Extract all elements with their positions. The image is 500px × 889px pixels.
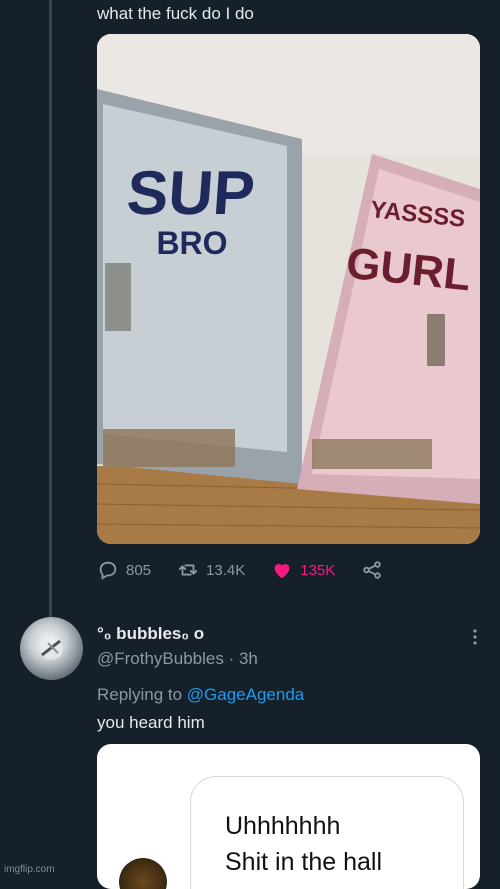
reply-display-name[interactable]: °₀ bubbles₀ o bbox=[97, 624, 204, 644]
retweet-count: 13.4K bbox=[206, 561, 246, 579]
watermark: imgflip.com bbox=[4, 864, 55, 875]
retweet-button[interactable]: 13.4K bbox=[177, 559, 245, 581]
like-button[interactable]: 135K bbox=[271, 559, 335, 581]
like-count: 135K bbox=[300, 561, 336, 579]
tweet-actions: 805 13.4K 135K bbox=[97, 558, 427, 582]
bathroom-doors-photo: SUP BRO YASSSS GURL bbox=[97, 34, 480, 544]
quoted-line-1: Uhhhhhhh bbox=[225, 812, 341, 840]
quoted-line-2: Shit in the hall bbox=[225, 848, 383, 876]
reply-button[interactable]: 805 bbox=[97, 559, 151, 581]
thread-line bbox=[49, 0, 52, 622]
quoted-avatar bbox=[119, 858, 167, 889]
door-text-bro: BRO bbox=[156, 225, 227, 261]
retweet-icon bbox=[178, 564, 198, 576]
replying-to-link[interactable]: @GageAgenda bbox=[187, 685, 304, 704]
reply-count: 805 bbox=[126, 561, 152, 579]
heart-icon bbox=[274, 564, 290, 579]
reply-text: you heard him bbox=[97, 713, 205, 732]
reply-handle-time: @FrothyBubbles · 3h bbox=[97, 649, 258, 668]
avatar-image bbox=[39, 636, 63, 660]
tweet-text: what the fuck do I do bbox=[97, 4, 254, 23]
reply-icon bbox=[99, 561, 117, 580]
tweet-image[interactable]: SUP BRO YASSSS GURL bbox=[97, 34, 480, 544]
replying-to: Replying to @GageAgenda bbox=[97, 685, 304, 705]
avatar[interactable] bbox=[20, 617, 83, 680]
reply-image[interactable]: Uhhhhhhh Shit in the hall bbox=[97, 744, 480, 889]
share-icon bbox=[363, 561, 381, 579]
replying-to-prefix: Replying to bbox=[97, 685, 183, 704]
more-options-icon[interactable] bbox=[466, 627, 484, 647]
share-button[interactable] bbox=[361, 559, 383, 581]
door-text-sup: SUP bbox=[125, 159, 257, 228]
